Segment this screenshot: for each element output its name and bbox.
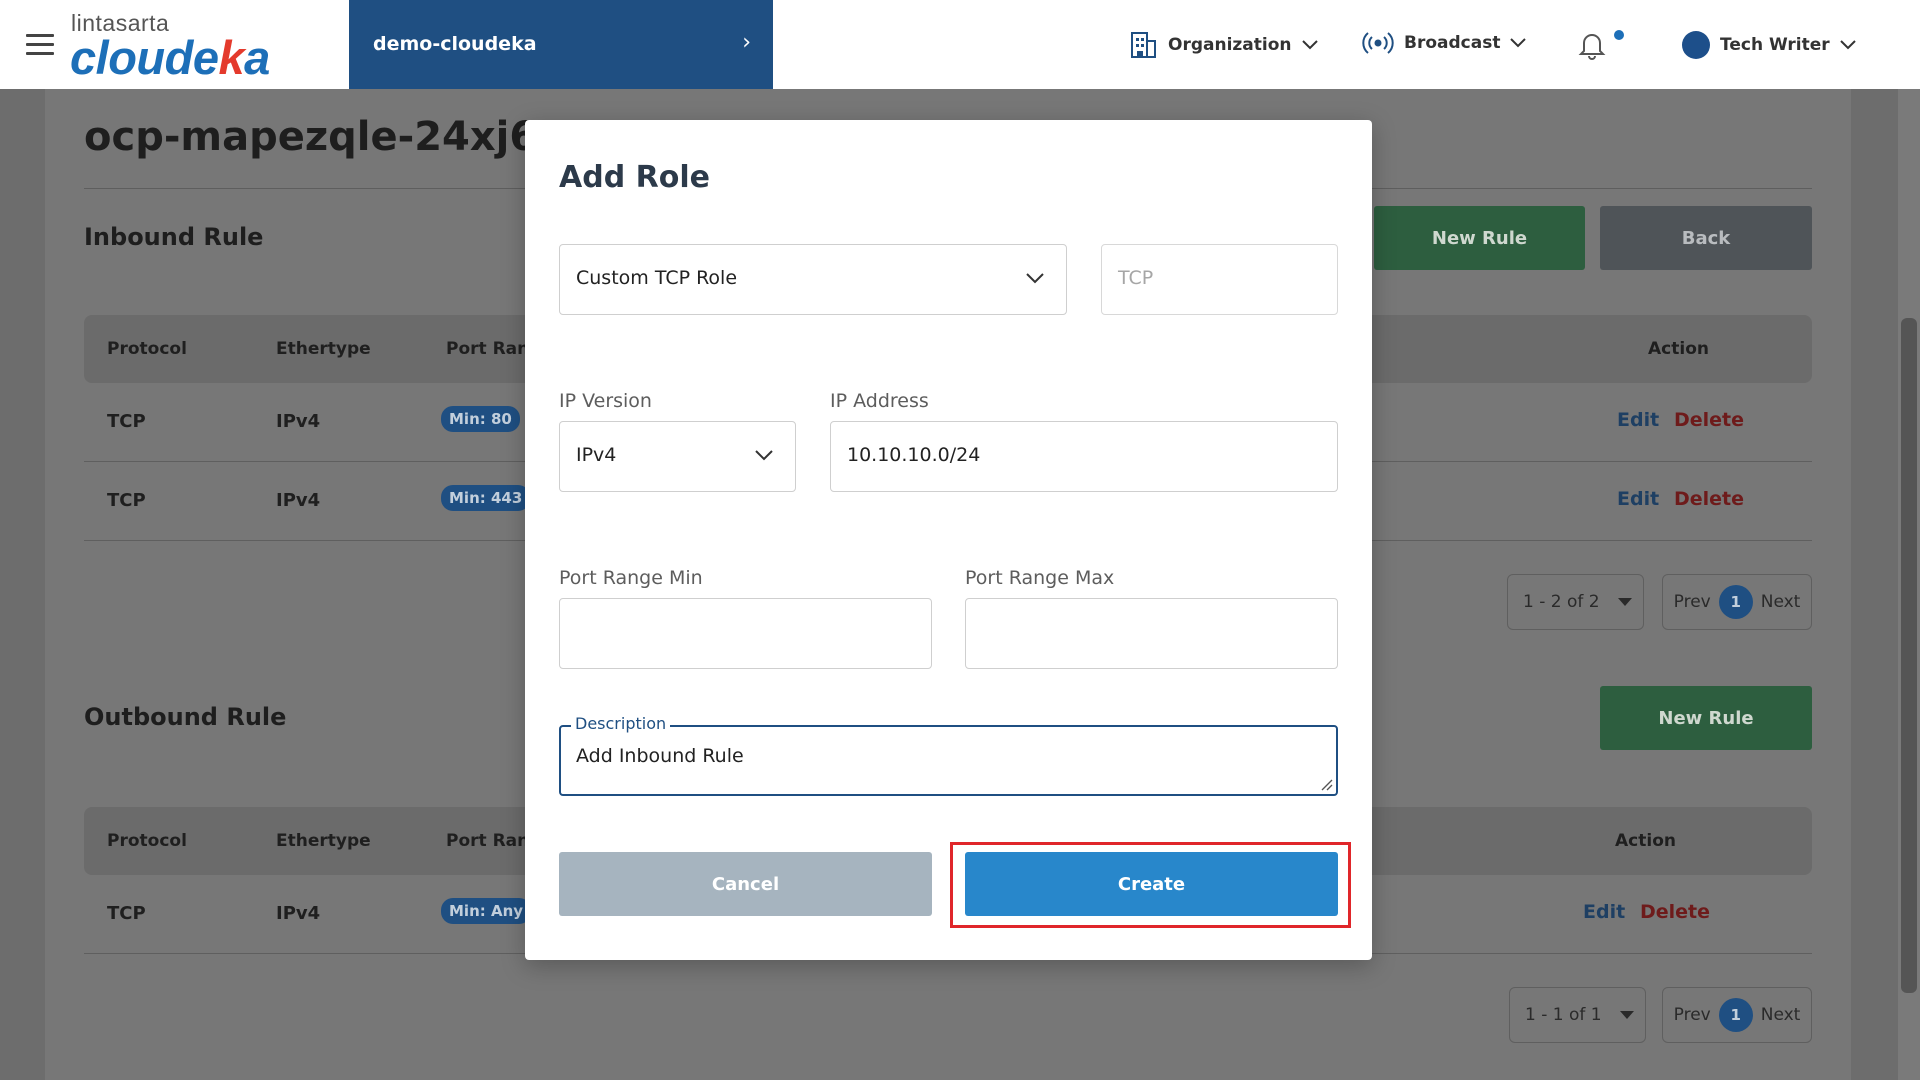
prev-button[interactable]: Prev xyxy=(1674,1005,1711,1025)
description-label: Description xyxy=(571,714,671,733)
ip-address-label: IP Address xyxy=(830,390,929,412)
port-min-badge: Min: Any xyxy=(441,898,532,924)
ip-address-input[interactable]: 10.10.10.0/24 xyxy=(830,421,1338,492)
dialog-title: Add Role xyxy=(559,160,710,195)
col-action: Action xyxy=(1615,831,1676,851)
ip-version-label: IP Version xyxy=(559,390,652,412)
rows-per-page-select[interactable]: 1 - 2 of 2 xyxy=(1507,574,1644,630)
pagination: Prev 1 Next xyxy=(1662,574,1812,630)
avatar xyxy=(1682,31,1710,59)
outbound-new-rule-button[interactable]: New Rule xyxy=(1600,686,1812,750)
project-switcher[interactable]: demo-cloudeka › xyxy=(349,0,773,89)
create-button[interactable]: Create xyxy=(965,852,1338,916)
description-textarea[interactable]: Description Add Inbound Rule xyxy=(559,714,1338,796)
organization-label: Organization xyxy=(1168,35,1292,55)
port-range-max-input[interactable] xyxy=(965,598,1338,669)
role-type-value: Custom TCP Role xyxy=(576,267,738,289)
pager-range: 1 - 2 of 2 xyxy=(1523,592,1600,612)
outbound-rule-title: Outbound Rule xyxy=(84,703,287,731)
rows-per-page-select[interactable]: 1 - 1 of 1 xyxy=(1509,987,1646,1043)
add-role-dialog: Add Role Custom TCP Role TCP IP Version … xyxy=(525,120,1372,960)
logo-cloudeka[interactable]: cloudeka xyxy=(70,34,270,81)
page-number[interactable]: 1 xyxy=(1718,998,1753,1032)
col-ethertype: Ethertype xyxy=(276,339,371,359)
description-value: Add Inbound Rule xyxy=(576,745,744,767)
edit-link[interactable]: Edit xyxy=(1617,488,1659,510)
col-action: Action xyxy=(1648,339,1709,359)
delete-link[interactable]: Delete xyxy=(1640,901,1710,923)
port-min-badge: Min: 443 xyxy=(441,485,531,511)
next-button[interactable]: Next xyxy=(1761,592,1801,612)
port-range-min-label: Port Range Min xyxy=(559,567,703,589)
cell-ethertype: IPv4 xyxy=(276,903,321,924)
role-type-select[interactable]: Custom TCP Role xyxy=(559,244,1067,315)
notification-dot xyxy=(1614,30,1624,40)
page-number[interactable]: 1 xyxy=(1718,585,1753,619)
chevron-down-icon xyxy=(1510,38,1527,48)
edit-link[interactable]: Edit xyxy=(1617,409,1659,431)
top-header: lintasarta cloudeka demo-cloudeka › Orga… xyxy=(0,0,1920,89)
pagination: Prev 1 Next xyxy=(1662,987,1812,1043)
protocol-placeholder: TCP xyxy=(1118,267,1154,289)
inbound-new-rule-button[interactable]: New Rule xyxy=(1374,206,1585,270)
user-menu[interactable]: Tech Writer xyxy=(1682,31,1856,59)
back-button[interactable]: Back xyxy=(1600,206,1812,270)
delete-link[interactable]: Delete xyxy=(1674,488,1744,510)
ip-version-value: IPv4 xyxy=(576,444,617,466)
cell-protocol: TCP xyxy=(107,490,146,511)
page-title: ocp-mapezqle-24xj6-w xyxy=(84,114,591,160)
edit-link[interactable]: Edit xyxy=(1583,901,1625,923)
port-range-min-input[interactable] xyxy=(559,598,932,669)
organization-menu[interactable]: Organization xyxy=(1128,30,1318,60)
cell-ethertype: IPv4 xyxy=(276,490,321,511)
notifications-button[interactable] xyxy=(1578,30,1606,60)
cell-protocol: TCP xyxy=(107,411,146,432)
building-icon xyxy=(1131,32,1156,58)
project-name: demo-cloudeka xyxy=(373,33,537,55)
caret-down-icon xyxy=(1619,1011,1634,1019)
broadcast-menu[interactable]: Broadcast xyxy=(1362,30,1527,56)
pager-range: 1 - 1 of 1 xyxy=(1525,1005,1602,1025)
col-ethertype: Ethertype xyxy=(276,831,371,851)
delete-link[interactable]: Delete xyxy=(1674,409,1744,431)
cell-protocol: TCP xyxy=(107,903,146,924)
chevron-right-icon: › xyxy=(742,30,751,55)
port-range-max-label: Port Range Max xyxy=(965,567,1115,589)
col-protocol: Protocol xyxy=(107,831,187,851)
chevron-down-icon xyxy=(1026,273,1044,284)
cell-ethertype: IPv4 xyxy=(276,411,321,432)
user-name: Tech Writer xyxy=(1720,35,1830,55)
resize-handle-icon[interactable] xyxy=(1321,779,1333,791)
next-button[interactable]: Next xyxy=(1761,1005,1801,1025)
protocol-field[interactable]: TCP xyxy=(1101,244,1338,315)
chevron-down-icon xyxy=(1301,40,1318,50)
port-min-badge: Min: 80 xyxy=(441,406,520,432)
scrollbar-thumb[interactable] xyxy=(1901,318,1917,993)
caret-down-icon xyxy=(1617,598,1632,606)
chevron-down-icon xyxy=(755,450,773,461)
inbound-rule-title: Inbound Rule xyxy=(84,223,264,251)
ip-version-select[interactable]: IPv4 xyxy=(559,421,796,492)
cancel-button[interactable]: Cancel xyxy=(559,852,932,916)
prev-button[interactable]: Prev xyxy=(1674,592,1711,612)
broadcast-label: Broadcast xyxy=(1404,33,1501,53)
chevron-down-icon xyxy=(1839,40,1856,50)
menu-icon[interactable] xyxy=(26,34,54,56)
col-protocol: Protocol xyxy=(107,339,187,359)
bell-icon xyxy=(1578,34,1606,60)
ip-address-value: 10.10.10.0/24 xyxy=(847,444,981,466)
broadcast-icon xyxy=(1362,32,1394,54)
